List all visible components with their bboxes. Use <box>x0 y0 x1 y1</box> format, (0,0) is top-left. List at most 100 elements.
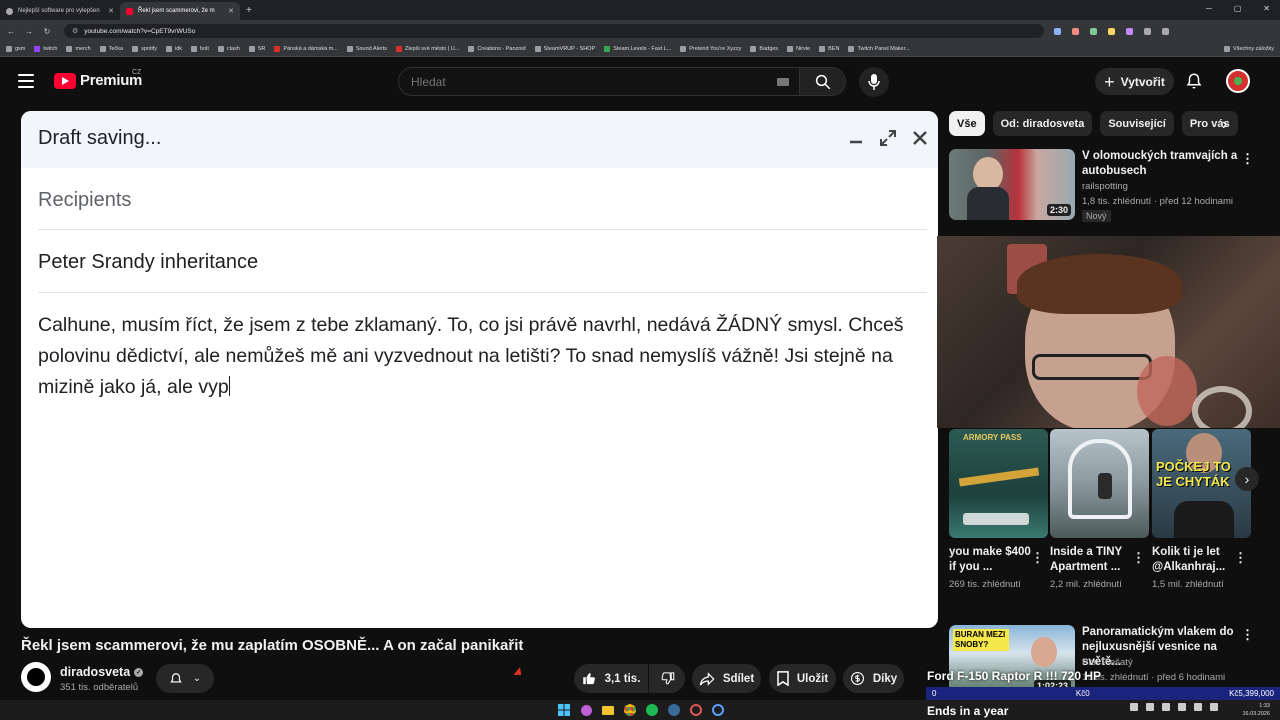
bookmark[interactable]: Zlepši své město | U... <box>396 46 459 52</box>
bookmark[interactable]: spotify <box>132 46 157 52</box>
minimize-icon[interactable] <box>849 134 863 144</box>
tray-icon[interactable] <box>1162 703 1170 711</box>
bookmark[interactable]: twitch <box>34 46 57 52</box>
short-item[interactable]: POČKEJ TO JE CHYTÁK Kolik ti je let @Alk… <box>1152 429 1251 592</box>
dislike-button[interactable] <box>649 664 685 693</box>
bookmark[interactable]: clash <box>217 46 240 52</box>
close-icon[interactable] <box>911 129 929 147</box>
channel-name[interactable]: railspotting <box>1082 181 1128 192</box>
bookmark[interactable]: bolt <box>191 46 209 52</box>
browser-tab-active[interactable]: Řekl jsem scammerovi, že m ✕ <box>120 2 240 20</box>
bookmark[interactable]: Steam.Levels - Fast L... <box>604 46 671 52</box>
save-button[interactable]: Uložit <box>769 664 836 693</box>
windows-start-icon[interactable] <box>556 702 572 718</box>
reload-icon[interactable]: ↻ <box>40 27 54 36</box>
bookmark[interactable]: Twitch Panel Maker... <box>848 46 910 52</box>
new-tab-button[interactable]: + <box>246 5 252 16</box>
app-icon[interactable] <box>710 702 726 718</box>
tray-icon[interactable] <box>1130 703 1138 711</box>
chrome-icon[interactable] <box>622 702 638 718</box>
subject-field[interactable]: Peter Srandy inheritance <box>38 251 258 274</box>
bookmark[interactable]: idk <box>166 46 182 52</box>
bookmark[interactable]: SteamVRUP - SHOP <box>534 46 595 52</box>
close-window-icon[interactable]: ✕ <box>1263 4 1270 13</box>
chip-for-you[interactable]: Pro vás <box>1181 111 1238 136</box>
video-player[interactable]: Draft saving... Recipients Peter Srandy … <box>21 111 938 628</box>
shorts-next-button[interactable]: › <box>1235 467 1259 491</box>
bookmark[interactable]: Sound Alerts <box>346 46 387 52</box>
bookmark[interactable]: gsm <box>6 46 25 52</box>
app-icon[interactable] <box>578 702 594 718</box>
voice-search-button[interactable] <box>859 67 889 97</box>
url-field[interactable]: ⚙ youtube.com/watch?v=CpET9vrWUSo <box>64 24 1044 38</box>
tray-icon[interactable] <box>1146 703 1154 711</box>
search-button[interactable] <box>800 67 846 96</box>
short-item[interactable]: ARMORY PASS you make $400 if you ... 269… <box>949 429 1048 592</box>
maximize-window-icon[interactable]: ▢ <box>1234 4 1242 13</box>
forward-arrow-icon[interactable]: → <box>22 27 36 36</box>
expand-icon[interactable] <box>879 129 897 147</box>
tab-close-icon[interactable]: ✕ <box>228 7 234 15</box>
minimize-window-icon[interactable]: ─ <box>1206 4 1212 13</box>
bookmark[interactable]: Pretend You're Xyzzy <box>680 46 741 52</box>
video-thumbnail[interactable]: 2:30 <box>949 149 1075 220</box>
short-thumbnail[interactable] <box>1050 429 1149 538</box>
bookmark[interactable]: Badges <box>750 46 778 52</box>
short-item[interactable]: Inside a TINY Apartment ... 2,2 mil. zhl… <box>1050 429 1149 592</box>
keyboard-icon[interactable] <box>777 78 789 86</box>
more-options-icon[interactable]: ⋮ <box>1031 550 1044 566</box>
video-title[interactable]: V olomouckých tramvajích a autobusech <box>1082 149 1242 179</box>
volume-icon[interactable] <box>1210 703 1218 711</box>
bookmark[interactable]: Pánská a dámská m... <box>274 46 338 52</box>
subscription-bell-button[interactable]: ⌄ <box>156 664 214 693</box>
menu-dots-icon[interactable] <box>1162 27 1169 35</box>
taskbar-clock[interactable]: 1:33 16.03.2026 <box>1242 702 1270 718</box>
account-avatar[interactable] <box>1226 69 1250 93</box>
share-button[interactable]: Sdílet <box>692 664 761 693</box>
chevron-right-icon[interactable]: › <box>1222 116 1227 134</box>
extension-icon[interactable] <box>1108 27 1115 35</box>
extension-icon[interactable] <box>1054 27 1061 35</box>
video-thumbnail[interactable]: BURAN MEZI SNOBY? 1:02:23 <box>949 625 1075 696</box>
wifi-icon[interactable] <box>1194 703 1202 711</box>
like-button[interactable]: 3,1 tis. <box>574 664 648 693</box>
back-arrow-icon[interactable]: ← <box>4 27 18 36</box>
recipients-field[interactable]: Recipients <box>38 189 131 212</box>
hamburger-menu-icon[interactable] <box>18 74 34 88</box>
search-input[interactable] <box>411 74 751 89</box>
extension-icon[interactable] <box>1126 27 1133 35</box>
channel-name-row[interactable]: diradosveta ✓ <box>60 665 144 679</box>
bookmark[interactable]: Creations - Panzoid <box>468 46 526 52</box>
channel-name[interactable]: Pan Plešatý <box>1082 657 1133 668</box>
message-body[interactable]: Calhune, musím říct, že jsem z tebe zkla… <box>38 310 918 403</box>
bookmark[interactable]: BEN <box>819 46 839 52</box>
chip-related[interactable]: Související <box>1100 111 1174 136</box>
bookmark[interactable]: Tečka <box>99 46 123 52</box>
profile-icon[interactable] <box>1144 27 1151 35</box>
youtube-premium-logo[interactable]: Premium <box>54 72 142 89</box>
extension-icon[interactable] <box>1090 27 1097 35</box>
create-button[interactable]: + Vytvořit <box>1095 68 1174 95</box>
notifications-bell-icon[interactable] <box>1185 72 1203 90</box>
short-thumbnail[interactable]: ARMORY PASS <box>949 429 1048 538</box>
more-options-icon[interactable]: ⋮ <box>1132 550 1145 566</box>
more-options-icon[interactable]: ⋮ <box>1241 151 1254 167</box>
extension-icon[interactable] <box>1072 27 1079 35</box>
search-box[interactable] <box>398 67 800 96</box>
bookmark[interactable]: Nirvie <box>787 46 810 52</box>
channel-avatar[interactable] <box>21 662 51 692</box>
app-icon[interactable] <box>688 702 704 718</box>
file-explorer-icon[interactable] <box>600 702 616 718</box>
more-options-icon[interactable]: ⋮ <box>1241 627 1254 643</box>
chip-all[interactable]: Vše <box>949 111 985 136</box>
tab-close-icon[interactable]: ✕ <box>108 7 114 15</box>
thanks-button[interactable]: Díky <box>843 664 904 693</box>
more-options-icon[interactable]: ⋮ <box>1234 550 1247 566</box>
site-info-icon[interactable]: ⚙ <box>72 27 78 35</box>
tray-icon[interactable] <box>1178 703 1186 711</box>
browser-tab[interactable]: Nejlepší software pro vylepšen ✕ <box>0 2 120 20</box>
bookmark[interactable]: SR <box>248 46 265 52</box>
chip-from-channel[interactable]: Od: diradosveta <box>992 111 1093 136</box>
bookmark-all-folder[interactable]: Všechny záložky <box>1224 46 1274 52</box>
spotify-icon[interactable] <box>644 702 660 718</box>
